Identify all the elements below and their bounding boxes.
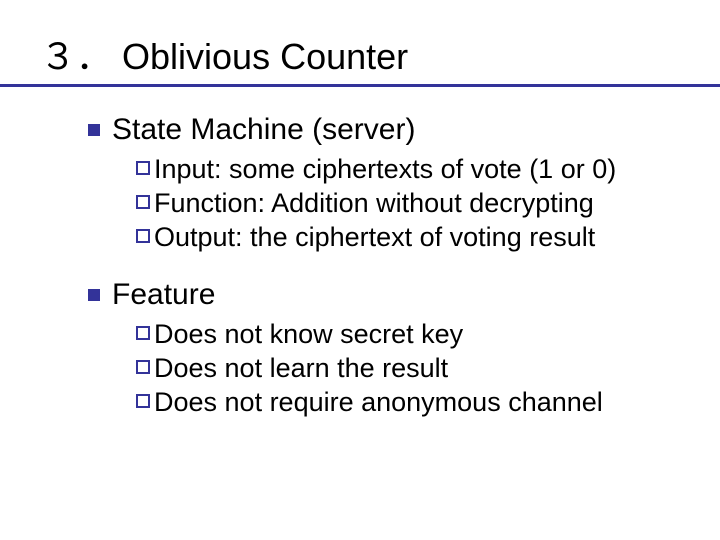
list-item: Does not know secret key	[136, 318, 680, 352]
list-item-text: Does not know secret key	[154, 318, 463, 352]
list-item-text: Input: some ciphertexts of vote (1 or 0)	[154, 153, 616, 187]
square-bullet-icon	[88, 289, 100, 301]
title-underline	[0, 84, 720, 87]
section-items: Does not know secret key Does not learn …	[136, 318, 680, 419]
list-item: Does not learn the result	[136, 352, 680, 386]
section-heading-text: Feature	[112, 278, 215, 312]
hollow-square-bullet-icon	[136, 326, 150, 340]
hollow-square-bullet-icon	[136, 195, 150, 209]
section-heading: State Machine (server)	[88, 113, 680, 147]
hollow-square-bullet-icon	[136, 161, 150, 175]
hollow-square-bullet-icon	[136, 360, 150, 374]
square-bullet-icon	[88, 124, 100, 136]
hollow-square-bullet-icon	[136, 229, 150, 243]
list-item: Function: Addition without decrypting	[136, 187, 680, 221]
list-item: Input: some ciphertexts of vote (1 or 0)	[136, 153, 680, 187]
slide: ３． Oblivious Counter State Machine (serv…	[0, 0, 720, 540]
list-item: Output: the ciphertext of voting result	[136, 221, 680, 255]
title-number: ３．	[40, 28, 112, 80]
hollow-square-bullet-icon	[136, 394, 150, 408]
list-item-text: Does not require anonymous channel	[154, 386, 603, 420]
slide-title: ３． Oblivious Counter	[40, 28, 680, 80]
title-text: Oblivious Counter	[122, 36, 408, 78]
section-heading-text: State Machine (server)	[112, 113, 415, 147]
list-item: Does not require anonymous channel	[136, 386, 680, 420]
section-heading: Feature	[88, 278, 680, 312]
section-items: Input: some ciphertexts of vote (1 or 0)…	[136, 153, 680, 254]
list-item-text: Output: the ciphertext of voting result	[154, 221, 595, 255]
list-item-text: Function: Addition without decrypting	[154, 187, 594, 221]
list-item-text: Does not learn the result	[154, 352, 448, 386]
